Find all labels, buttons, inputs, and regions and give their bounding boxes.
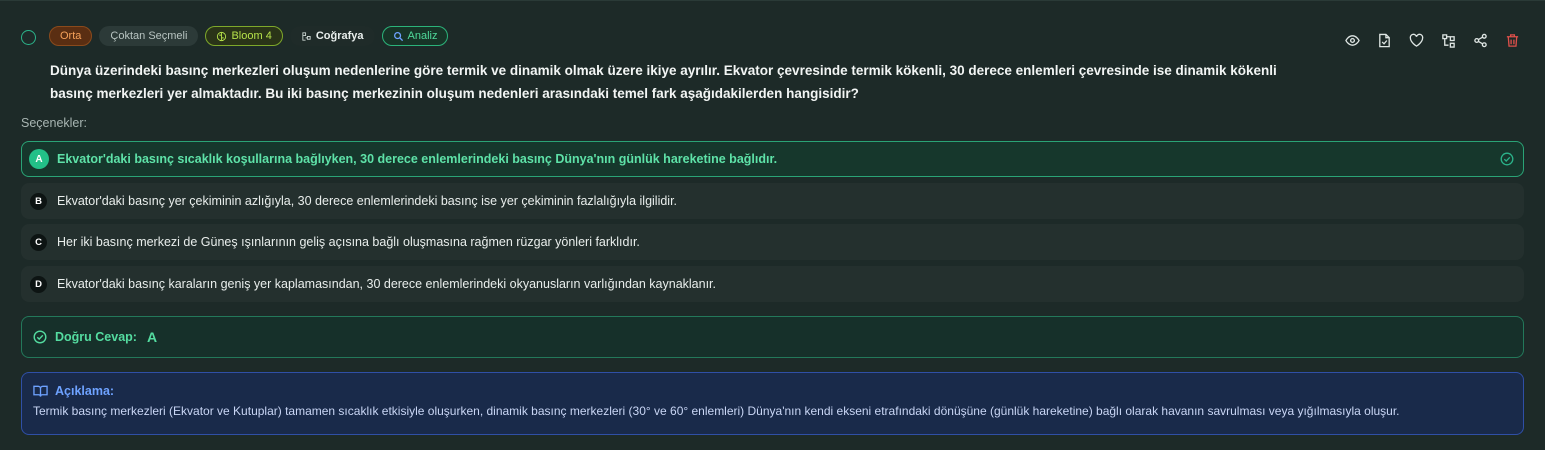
view-button[interactable]	[1343, 31, 1361, 49]
explanation-header: Açıklama:	[33, 384, 1512, 398]
type-badge: Çoktan Seçmeli	[99, 26, 199, 46]
check-circle-icon	[33, 330, 47, 344]
bloom-label: Bloom 4	[231, 30, 272, 42]
question-card: Orta Çoktan Seçmeli Bloom 4 Coğrafya Ana…	[0, 0, 1545, 450]
bloom-badge: Bloom 4	[205, 26, 283, 46]
option-text: Her iki basınç merkezi de Güneş ışınları…	[57, 235, 640, 249]
tree-icon	[302, 31, 311, 41]
option-text: Ekvator'daki basınç yer çekiminin azlığı…	[57, 194, 678, 208]
tree-icon	[1441, 33, 1455, 48]
eye-icon	[1344, 34, 1360, 46]
subject-badge: Coğrafya	[289, 26, 375, 46]
answer-label: Doğru Cevap:	[55, 330, 137, 344]
option-b[interactable]: B Ekvator'daki basınç yer çekiminin azlı…	[21, 183, 1524, 219]
trash-icon	[1506, 33, 1518, 47]
subject-label: Coğrafya	[315, 30, 364, 42]
heart-icon	[1409, 33, 1423, 47]
action-toolbar	[1343, 31, 1521, 49]
select-checkbox[interactable]	[21, 30, 36, 45]
option-letter: B	[30, 192, 47, 210]
question-text: Dünya üzerindeki basınç merkezleri oluşu…	[50, 63, 1277, 101]
correct-answer-box: Doğru Cevap: A	[21, 316, 1524, 358]
difficulty-badge: Orta	[49, 26, 93, 46]
favorite-button[interactable]	[1407, 31, 1425, 49]
book-open-icon	[33, 385, 48, 397]
explanation-title: Açıklama:	[55, 384, 115, 398]
file-check-icon	[1378, 33, 1390, 47]
delete-button[interactable]	[1503, 31, 1521, 49]
answer-value: A	[146, 329, 158, 345]
option-letter: D	[30, 275, 47, 293]
skill-badge: Analiz	[381, 26, 449, 46]
option-a[interactable]: A Ekvator'daki basınç sıcaklık koşulları…	[21, 141, 1524, 177]
topic-tree-button[interactable]	[1439, 31, 1457, 49]
explanation-text: Termik basınç merkezleri (Ekvator ve Kut…	[33, 404, 1400, 418]
export-button[interactable]	[1375, 31, 1393, 49]
badge-row: Orta Çoktan Seçmeli Bloom 4 Coğrafya Ana…	[49, 26, 449, 46]
magnifier-icon	[393, 31, 403, 41]
check-circle-icon	[1500, 152, 1514, 166]
option-c[interactable]: C Her iki basınç merkezi de Güneş ışınla…	[21, 224, 1524, 260]
explanation-box: Açıklama: Termik basınç merkezleri (Ekva…	[21, 372, 1524, 435]
skill-label: Analiz	[407, 30, 438, 42]
option-d[interactable]: D Ekvator'daki basınç karaların geniş ye…	[21, 266, 1524, 302]
option-letter: A	[29, 149, 49, 169]
share-button[interactable]	[1471, 31, 1489, 49]
option-text: Ekvator'daki basınç sıcaklık koşullarına…	[57, 152, 778, 166]
share-icon	[1473, 33, 1487, 47]
option-text: Ekvator'daki basınç karaların geniş yer …	[57, 277, 717, 291]
option-letter: C	[30, 233, 47, 251]
brain-icon	[217, 31, 227, 41]
options-label: Seçenekler:	[21, 116, 88, 130]
